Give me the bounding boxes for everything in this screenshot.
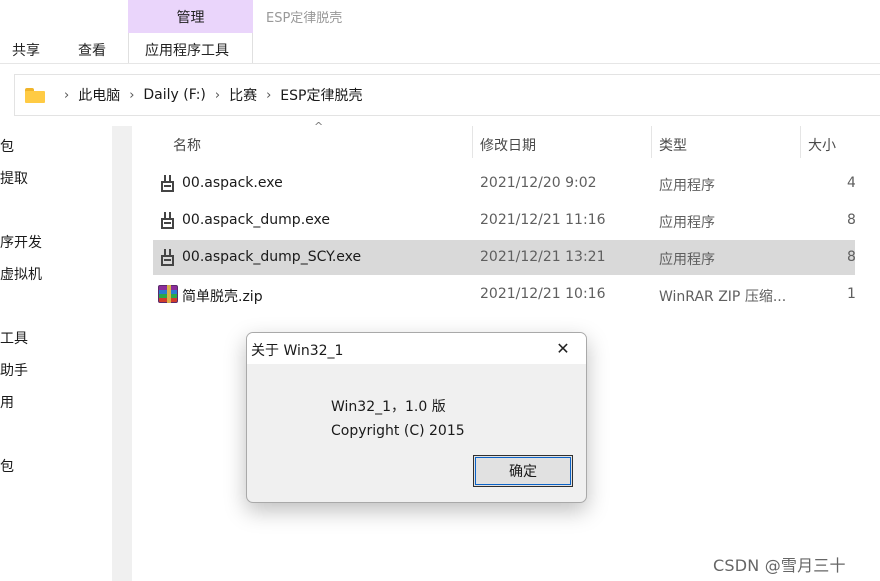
breadcrumb-drive[interactable]: Daily (F:): [143, 87, 205, 103]
about-dialog: 关于 Win32_1 ✕ Win32_1，1.0 版 Copyright (C)…: [246, 332, 587, 503]
dialog-titlebar[interactable]: 关于 Win32_1 ✕: [247, 333, 586, 364]
column-divider[interactable]: [651, 126, 652, 158]
file-date: 2021/12/20 9:02: [480, 175, 597, 191]
breadcrumb-this-pc[interactable]: 此电脑: [78, 85, 120, 105]
address-bar[interactable]: › 此电脑 › Daily (F:) › 比赛 › ESP定律脱壳: [14, 74, 880, 116]
file-date: 2021/12/21 13:21: [480, 249, 606, 265]
file-name: 简单脱壳.zip: [182, 289, 263, 305]
tab-view[interactable]: 查看: [78, 40, 106, 60]
chevron-right-icon[interactable]: ›: [129, 88, 134, 103]
breadcrumb-current-folder[interactable]: ESP定律脱壳: [280, 85, 362, 105]
close-icon[interactable]: ✕: [540, 333, 586, 364]
navigation-scrollbar[interactable]: [112, 126, 132, 581]
chevron-right-icon[interactable]: ›: [64, 88, 69, 103]
file-name: 00.aspack.exe: [182, 175, 283, 191]
copyright-text: Copyright (C) 2015: [331, 423, 465, 439]
file-type: 应用程序: [659, 252, 715, 268]
tab-share[interactable]: 共享: [12, 40, 40, 60]
dialog-title: 关于 Win32_1: [251, 343, 344, 359]
file-row[interactable]: 简单脱壳.zip 2021/12/21 10:16 WinRAR ZIP 压缩.…: [153, 277, 865, 312]
file-date: 2021/12/21 11:16: [480, 212, 606, 228]
breadcrumb-contest[interactable]: 比赛: [229, 85, 257, 105]
file-type: WinRAR ZIP 压缩...: [659, 289, 787, 305]
file-explorer-window: 管理 ESP定律脱壳 共享 查看 应用程序工具 › 此电脑 › Daily (F…: [0, 0, 880, 581]
file-date: 2021/12/21 10:16: [480, 286, 606, 302]
chevron-right-icon[interactable]: ›: [215, 88, 220, 103]
column-header-name[interactable]: 名称: [173, 135, 201, 155]
tab-manage[interactable]: 管理: [128, 0, 253, 33]
column-divider[interactable]: [472, 126, 473, 158]
app-version-text: Win32_1，1.0 版: [331, 399, 446, 415]
file-row[interactable]: 00.aspack_dump.exe 2021/12/21 11:16 应用程序…: [153, 203, 856, 238]
nav-item[interactable]: 提取: [0, 168, 28, 188]
column-divider[interactable]: [800, 126, 801, 158]
folder-icon: [25, 87, 45, 103]
chevron-right-icon[interactable]: ›: [266, 88, 271, 103]
file-row[interactable]: 00.aspack.exe 2021/12/20 9:02 应用程序 4: [153, 166, 856, 201]
nav-item[interactable]: 工具: [0, 328, 28, 348]
column-header-date[interactable]: 修改日期: [480, 135, 536, 155]
sort-ascending-icon: ^: [314, 120, 324, 133]
application-exe-icon: [160, 249, 175, 266]
application-exe-icon: [160, 212, 175, 229]
winrar-zip-icon: [158, 285, 178, 303]
nav-item[interactable]: 用: [0, 392, 14, 412]
nav-item[interactable]: 序开发: [0, 232, 42, 252]
tab-application-tools[interactable]: 应用程序工具: [145, 40, 229, 60]
ok-button[interactable]: 确定: [473, 455, 573, 487]
application-exe-icon: [160, 175, 175, 192]
watermark: CSDN @雪月三十: [713, 556, 846, 575]
nav-item[interactable]: 虚拟机: [0, 264, 42, 284]
nav-item[interactable]: 助手: [0, 360, 28, 380]
ribbon: 管理 ESP定律脱壳 共享 查看 应用程序工具: [0, 0, 880, 64]
file-row-selected[interactable]: 00.aspack_dump_SCY.exe 2021/12/21 13:21 …: [153, 240, 856, 275]
nav-item[interactable]: 包: [0, 456, 14, 476]
file-name: 00.aspack_dump_SCY.exe: [182, 249, 362, 265]
file-name: 00.aspack_dump.exe: [182, 212, 330, 228]
column-header-size[interactable]: 大小: [808, 135, 836, 155]
file-list-scrollbar[interactable]: [855, 126, 880, 581]
file-type: 应用程序: [659, 178, 715, 194]
nav-item[interactable]: 包: [0, 136, 14, 156]
file-type: 应用程序: [659, 215, 715, 231]
window-title: ESP定律脱壳: [266, 11, 343, 26]
column-header-type[interactable]: 类型: [659, 135, 687, 155]
